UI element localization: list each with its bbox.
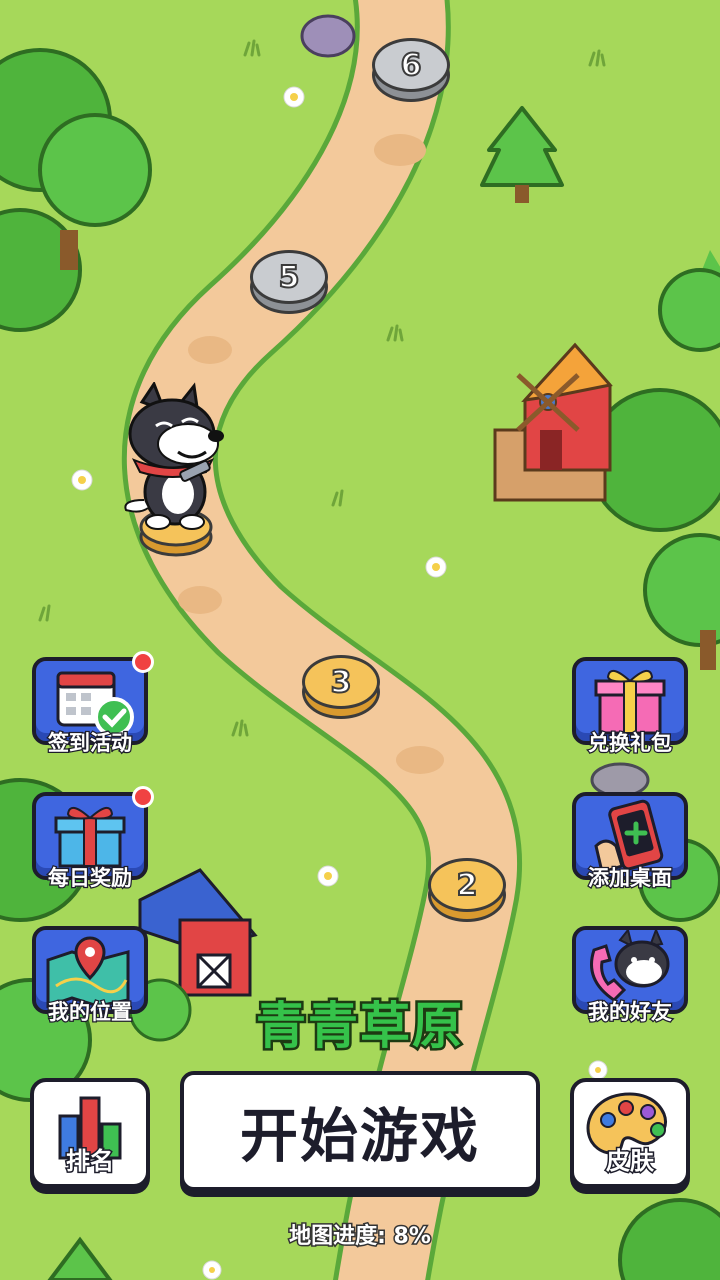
my-friends-button[interactable]: 我的好友 bbox=[572, 926, 688, 1025]
rock bbox=[300, 14, 356, 58]
button-label: 我的位置 bbox=[47, 999, 134, 1026]
button-label: 我的好友 bbox=[587, 999, 674, 1026]
notification-dot bbox=[132, 786, 154, 808]
level-node-3[interactable]: 3 bbox=[302, 655, 380, 719]
my-location-button[interactable]: 我的位置 bbox=[32, 926, 148, 1025]
level-node-2[interactable]: 2 bbox=[428, 858, 506, 922]
level-number: 5 bbox=[250, 250, 328, 304]
redeem-gift-button[interactable]: 兑换礼包 bbox=[572, 657, 688, 756]
button-label: 签到活动 bbox=[47, 730, 134, 757]
notification-dot bbox=[132, 651, 154, 673]
level-number: 3 bbox=[302, 655, 380, 709]
rank-button[interactable]: 排名 bbox=[30, 1078, 150, 1188]
level-node-5[interactable]: 5 bbox=[250, 250, 328, 314]
level-number: 2 bbox=[428, 858, 506, 912]
daily-reward-button[interactable]: 每日奖励 bbox=[32, 786, 154, 891]
button-label: 每日奖励 bbox=[47, 865, 134, 892]
rank-label: 排名 bbox=[65, 1146, 116, 1177]
skin-label: 皮肤 bbox=[605, 1146, 656, 1177]
map-title: 青青草原 bbox=[254, 995, 465, 1058]
game-map: 6 5 3 2 签到活动 每日奖励 我的位置 兑换礼包 添加桌面 我的好友 青青… bbox=[0, 0, 720, 1280]
button-label: 兑换礼包 bbox=[587, 730, 674, 757]
map-progress-label: 地图进度: 8% bbox=[288, 1223, 433, 1251]
skin-button[interactable]: 皮肤 bbox=[570, 1078, 690, 1188]
start-game-button[interactable]: 开始游戏 bbox=[180, 1071, 540, 1191]
add-to-desktop-button[interactable]: 添加桌面 bbox=[572, 792, 688, 891]
checkin-activity-button[interactable]: 签到活动 bbox=[32, 651, 154, 756]
level-number: 6 bbox=[372, 38, 450, 92]
wolf-character bbox=[124, 382, 224, 530]
level-node-6[interactable]: 6 bbox=[372, 38, 450, 102]
button-label: 添加桌面 bbox=[587, 865, 674, 892]
